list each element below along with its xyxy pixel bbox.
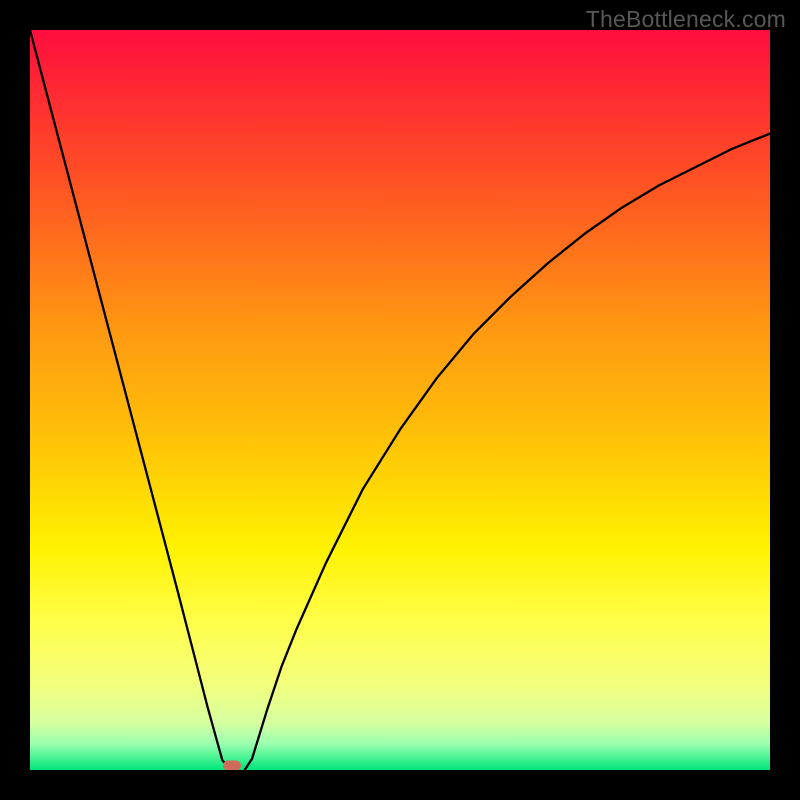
background-gradient	[30, 30, 770, 770]
watermark-text: TheBottleneck.com	[586, 6, 786, 33]
optimum-marker	[223, 761, 241, 770]
chart-frame: TheBottleneck.com	[0, 0, 800, 800]
plot-area	[30, 30, 770, 770]
chart-svg	[30, 30, 770, 770]
